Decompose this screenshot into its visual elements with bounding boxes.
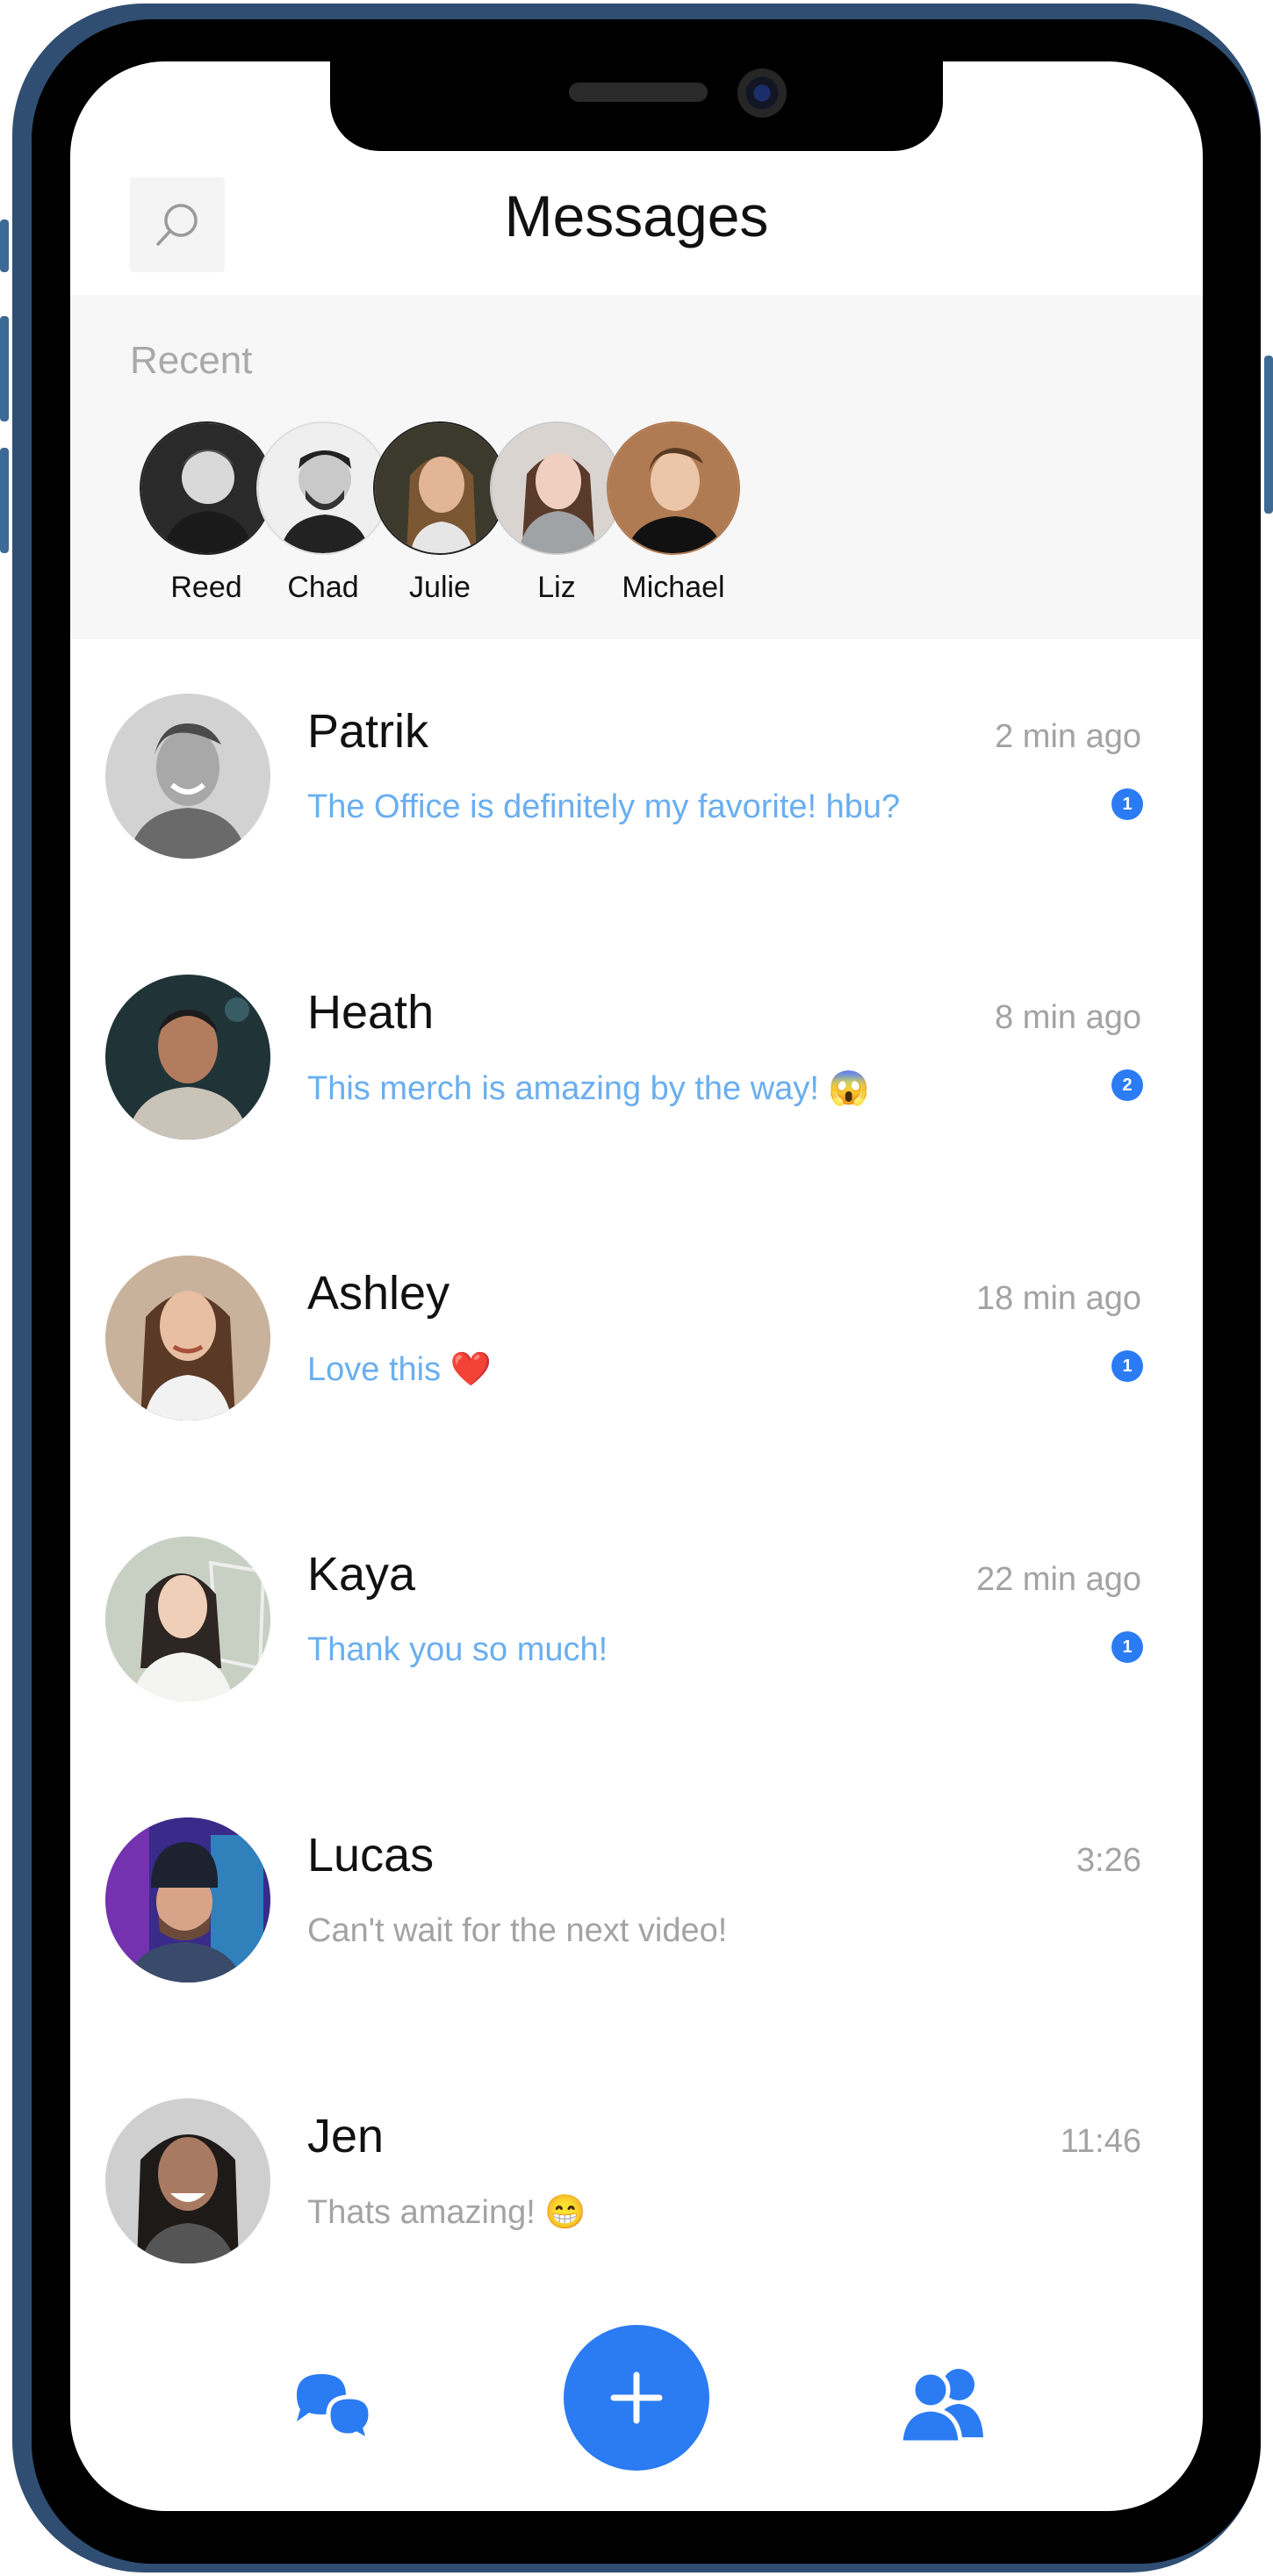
avatar xyxy=(105,975,270,1140)
message-preview: Thats amazing! 😁 xyxy=(307,2194,586,2231)
message-preview: Thank you so much! xyxy=(307,1631,608,1668)
chat-bubbles-icon xyxy=(297,2374,373,2446)
plus-icon xyxy=(610,2371,663,2424)
message-time: 22 min ago xyxy=(975,1561,1141,1598)
conversation-item-kaya[interactable]: Kaya 22 min ago Thank you so much! 1 xyxy=(70,1536,1203,1817)
notch xyxy=(330,61,943,151)
message-time: 11:46 xyxy=(1060,2123,1141,2160)
recent-name: Michael xyxy=(622,571,725,604)
conversation-item-patrik[interactable]: Patrik 2 min ago The Office is definitel… xyxy=(70,694,1203,975)
conversation-item-heath[interactable]: Heath 8 min ago This merch is amazing by… xyxy=(70,975,1203,1256)
unread-badge: 2 xyxy=(1111,1069,1143,1101)
avatar xyxy=(607,421,740,555)
message-time: 18 min ago xyxy=(975,1280,1141,1317)
message-time: 3:26 xyxy=(1076,1842,1141,1879)
compose-button[interactable] xyxy=(564,2325,709,2471)
avatar xyxy=(105,1817,270,1982)
avatar xyxy=(105,694,270,859)
contacts-icon xyxy=(898,2369,983,2445)
contacts-tab[interactable] xyxy=(895,2362,992,2450)
message-preview: The Office is definitely my favorite! hb… xyxy=(307,788,901,825)
conversation-item-ashley[interactable]: Ashley 18 min ago Love this ❤️ 1 xyxy=(70,1256,1203,1536)
contact-name: Kaya xyxy=(307,1548,416,1601)
front-camera xyxy=(737,68,787,118)
message-time: 2 min ago xyxy=(995,718,1141,755)
message-time: 8 min ago xyxy=(995,999,1141,1036)
message-preview: Can't wait for the next video! xyxy=(307,1912,728,1949)
recent-section: Recent Reed Chad Julie Liz Michael xyxy=(70,295,1203,639)
avatar xyxy=(105,2098,270,2263)
contact-name: Jen xyxy=(307,2110,385,2162)
contact-name: Lucas xyxy=(307,1829,435,1882)
unread-badge: 1 xyxy=(1111,1631,1143,1663)
phone-screen: Messages Recent Reed Chad Julie Liz Mich… xyxy=(70,61,1203,2511)
avatar xyxy=(105,1536,270,1702)
contact-name: Patrik xyxy=(307,705,429,758)
recent-label: Recent xyxy=(130,339,253,382)
message-preview: This merch is amazing by the way! 😱 xyxy=(307,1070,870,1107)
side-button-volume-down xyxy=(0,448,9,553)
recent-contact-michael[interactable]: Michael xyxy=(586,421,761,615)
page-title: Messages xyxy=(504,183,769,248)
unread-badge: 1 xyxy=(1111,1350,1143,1382)
side-button-volume-up xyxy=(0,316,9,421)
conversation-item-lucas[interactable]: Lucas 3:26 Can't wait for the next video… xyxy=(70,1817,1203,2098)
contact-name: Ashley xyxy=(307,1267,450,1320)
side-button-mute xyxy=(0,219,9,272)
speaker-grille xyxy=(569,83,708,102)
avatar xyxy=(105,1256,270,1421)
contact-name: Heath xyxy=(307,986,435,1039)
chats-tab[interactable] xyxy=(290,2362,378,2450)
unread-badge: 1 xyxy=(1111,788,1143,820)
message-preview: Love this ❤️ xyxy=(307,1351,492,1388)
side-button-power xyxy=(1264,356,1273,514)
